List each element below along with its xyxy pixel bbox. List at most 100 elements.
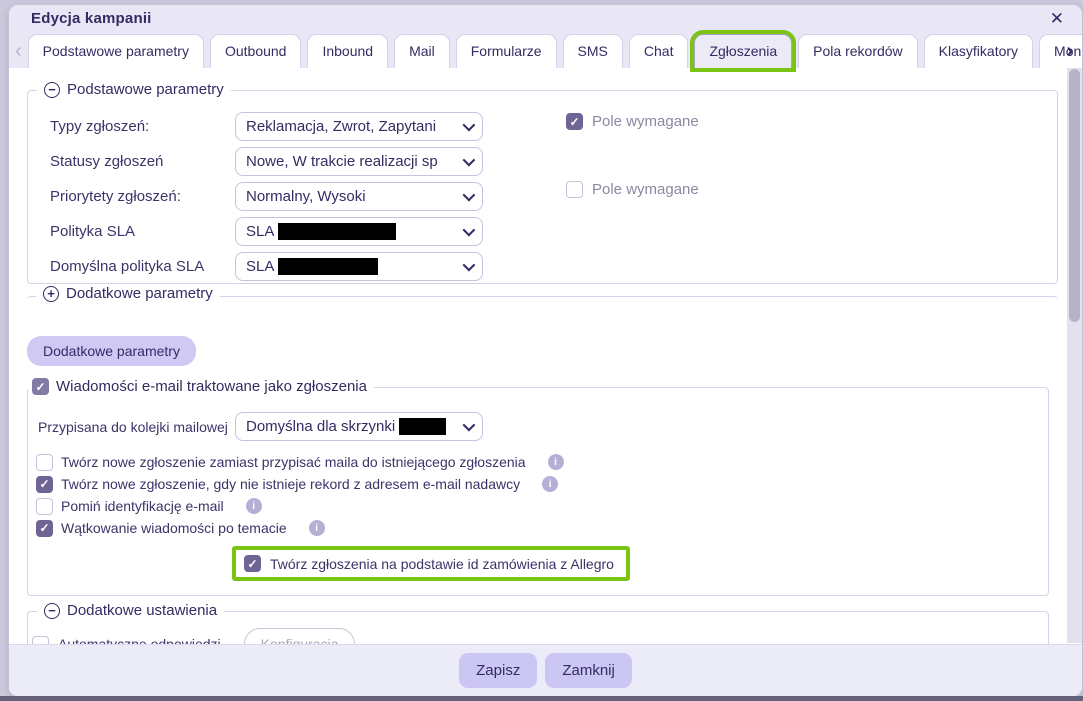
tab-mail[interactable]: Mail <box>394 34 450 68</box>
field-label: Typy zgłoszeń: <box>50 118 150 135</box>
chevron-down-icon <box>462 223 476 237</box>
field-label: Statusy zgłoszeń <box>50 153 164 170</box>
tab-bar: ‹ Podstawowe parametry Outbound Inbound … <box>9 32 1082 68</box>
info-icon[interactable]: i <box>245 498 262 514</box>
option-checkbox[interactable]: ✓ <box>36 497 53 515</box>
chevron-down-icon <box>462 258 476 272</box>
select-value: Normalny, Wysoki <box>246 188 366 205</box>
tab-monitoring-i-ocena[interactable]: Monitoring i ocena <box>1039 34 1082 68</box>
email-as-tickets-checkbox[interactable]: ✓ <box>32 378 49 395</box>
tab-chat[interactable]: Chat <box>628 34 689 68</box>
tabs: Podstawowe parametry Outbound Inbound Ma… <box>27 34 1082 68</box>
tabs-scroll-left-icon[interactable]: ‹ <box>13 34 28 68</box>
info-icon[interactable]: i <box>308 520 325 536</box>
auto-reply-label: Automatyczne odpowiedzi <box>58 636 221 644</box>
vertical-scrollbar[interactable] <box>1067 68 1082 643</box>
tab-outbound[interactable]: Outbound <box>209 34 302 68</box>
pole-wymagane-checkbox[interactable]: ✓ <box>566 181 583 198</box>
option-checkbox[interactable]: ✓ <box>36 453 53 471</box>
field-row-kolejka-mailowa: Przypisana do kolejki mailowej Domyślna … <box>38 412 1036 441</box>
collapse-icon[interactable]: − <box>44 602 60 619</box>
scrollbar-thumb[interactable] <box>1069 69 1080 322</box>
dialog-footer: Zapisz Zamknij <box>9 644 1082 696</box>
select-value: Nowe, W trakcie realizacji sp <box>246 153 438 170</box>
pole-wymagane-checkbox[interactable]: ✓ <box>566 113 583 130</box>
tab-podstawowe-parametry[interactable]: Podstawowe parametry <box>27 34 204 68</box>
page-background-edge <box>0 696 1083 701</box>
option-row-new-ticket-instead: ✓ Twórz nowe zgłoszenie zamiast przypisa… <box>36 451 1036 473</box>
additional-settings-legend: − Dodatkowe ustawienia <box>37 602 225 619</box>
redacted-value <box>278 223 397 240</box>
tab-inbound[interactable]: Inbound <box>307 34 389 68</box>
polityka-sla-select[interactable]: SLA <box>235 217 483 246</box>
additional-params-collapsed-section: + Dodatkowe parametry <box>27 285 1058 320</box>
field-row-typy-zgloszen: Typy zgłoszeń: Reklamacja, Zwrot, Zapyta… <box>50 112 1057 141</box>
email-section-legend-label: Wiadomości e-mail traktowane jako zgłosz… <box>56 378 367 395</box>
pole-wymagane-label: Pole wymagane <box>592 113 699 130</box>
chevron-down-icon <box>462 188 476 202</box>
expand-icon[interactable]: + <box>43 285 59 302</box>
option-checkbox[interactable]: ✓ <box>36 475 53 493</box>
close-icon[interactable]: ✕ <box>1046 8 1068 29</box>
option-checkbox[interactable]: ✓ <box>36 519 53 537</box>
basic-params-legend-label: Podstawowe parametry <box>67 81 224 98</box>
select-value: SLA <box>246 258 275 275</box>
close-button[interactable]: Zamknij <box>545 653 632 688</box>
save-button[interactable]: Zapisz <box>459 653 538 688</box>
select-value: SLA <box>246 223 275 240</box>
tab-zgloszenia[interactable]: Zgłoszenia <box>694 34 793 68</box>
auto-reply-checkbox[interactable]: ✓ <box>32 635 49 644</box>
tab-sms[interactable]: SMS <box>562 34 623 68</box>
edit-campaign-dialog: Edycja kampanii ✕ ‹ Podstawowe parametry… <box>8 4 1083 697</box>
basic-params-legend: − Podstawowe parametry <box>37 81 231 98</box>
option-row-skip-email-identification: ✓ Pomiń identyfikację e-mail i <box>36 495 1036 517</box>
domyslna-polityka-sla-select[interactable]: SLA <box>235 252 483 281</box>
field-row-statusy-zgloszen: Statusy zgłoszeń Nowe, W trakcie realiza… <box>50 147 1057 176</box>
option-label: Pomiń identyfikację e-mail <box>61 498 224 514</box>
kolejka-mailowa-select[interactable]: Domyślna dla skrzynki <box>235 412 483 441</box>
required-field-checkbox-row: ✓ Pole wymagane <box>566 113 699 130</box>
priorytety-zgloszen-select[interactable]: Normalny, Wysoki <box>235 182 483 211</box>
konfiguracja-button[interactable]: Konfiguracja <box>243 628 356 644</box>
info-icon[interactable]: i <box>542 476 559 492</box>
allegro-option-label: Twórz zgłoszenia na podstawie id zamówie… <box>270 555 614 572</box>
redacted-value <box>278 258 379 275</box>
option-label: Wątkowanie wiadomości po temacie <box>61 520 287 536</box>
option-row-new-ticket-no-record: ✓ Twórz nowe zgłoszenie, gdy nie istniej… <box>36 473 1036 495</box>
statusy-zgloszen-select[interactable]: Nowe, W trakcie realizacji sp <box>235 147 483 176</box>
field-row-priorytety-zgloszen: Priorytety zgłoszeń: Normalny, Wysoki <box>50 182 1057 211</box>
additional-params-legend: + Dodatkowe parametry <box>36 285 220 302</box>
additional-settings-section: − Dodatkowe ustawienia ✓ Automatyczne od… <box>27 602 1049 644</box>
redacted-value <box>399 418 447 435</box>
field-row-domyslna-polityka-sla: Domyślna polityka SLA SLA <box>50 252 1057 281</box>
additional-params-legend-label: Dodatkowe parametry <box>66 285 213 302</box>
email-as-tickets-section: ✓ Wiadomości e-mail traktowane jako zgło… <box>27 378 1049 596</box>
typy-zgloszen-select[interactable]: Reklamacja, Zwrot, Zapytani <box>235 112 483 141</box>
additional-settings-legend-label: Dodatkowe ustawienia <box>67 602 218 619</box>
allegro-option-checkbox[interactable]: ✓ <box>244 555 261 572</box>
tab-klasyfikatory[interactable]: Klasyfikatory <box>923 34 1034 68</box>
field-label: Przypisana do kolejki mailowej <box>38 418 228 435</box>
field-label: Domyślna polityka SLA <box>50 258 205 275</box>
dialog-titlebar: Edycja kampanii ✕ <box>9 5 1082 32</box>
select-value: Reklamacja, Zwrot, Zapytani <box>246 118 437 135</box>
dialog-title: Edycja kampanii <box>31 10 152 27</box>
email-section-legend: ✓ Wiadomości e-mail traktowane jako zgło… <box>28 378 374 395</box>
field-row-polityka-sla: Polityka SLA SLA <box>50 217 1057 246</box>
tab-pola-rekordow[interactable]: Pola rekordów <box>798 34 918 68</box>
info-icon[interactable]: i <box>547 454 564 470</box>
additional-params-pill[interactable]: Dodatkowe parametry <box>27 336 196 366</box>
select-value: Domyślna dla skrzynki <box>246 418 396 435</box>
dialog-content: − Podstawowe parametry Typy zgłoszeń: Re… <box>9 68 1082 644</box>
chevron-down-icon <box>462 153 476 167</box>
chevron-down-icon <box>462 118 476 132</box>
field-label: Priorytety zgłoszeń: <box>50 188 181 205</box>
tabs-scroll-right-icon[interactable]: › <box>1063 36 1076 66</box>
chevron-down-icon <box>462 418 476 432</box>
field-label: Polityka SLA <box>50 223 136 240</box>
collapse-icon[interactable]: − <box>44 81 60 98</box>
option-row-threading-by-subject: ✓ Wątkowanie wiadomości po temacie i <box>36 517 1036 539</box>
required-field-checkbox-row: ✓ Pole wymagane <box>566 181 699 198</box>
tab-formularze[interactable]: Formularze <box>455 34 557 68</box>
pole-wymagane-label: Pole wymagane <box>592 181 699 198</box>
